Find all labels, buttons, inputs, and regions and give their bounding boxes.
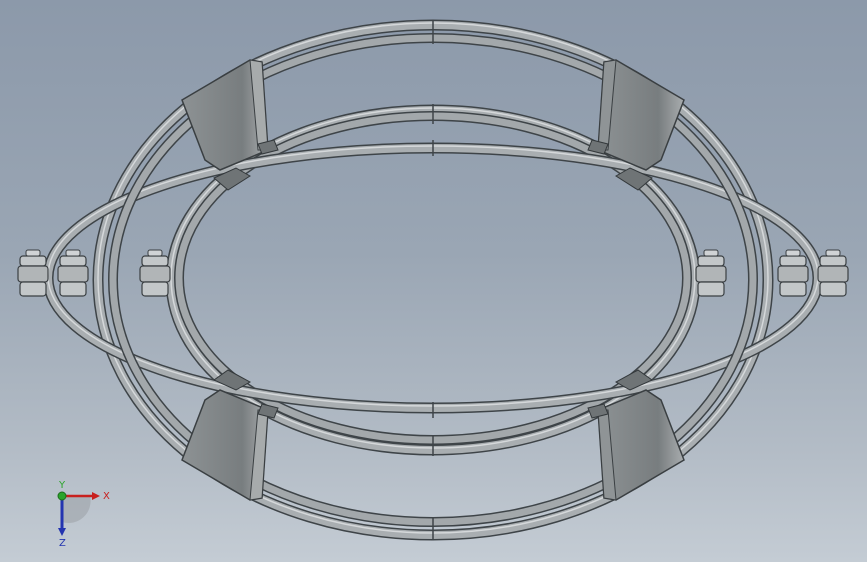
y-axis-label: Y (58, 480, 66, 491)
z-axis-label: Z (59, 538, 66, 548)
orientation-triad[interactable]: X Y Z (40, 478, 120, 548)
joint-blocks (213, 139, 653, 419)
triad-plane-shade (62, 496, 91, 524)
bracket-bottom-left[interactable] (181, 389, 269, 501)
y-axis-dot (57, 491, 67, 501)
hinge-right-inner[interactable] (695, 249, 727, 297)
bracket-top-left[interactable] (181, 59, 269, 171)
model-view[interactable] (0, 0, 867, 562)
hinge-left-outer[interactable] (17, 249, 49, 297)
3d-viewport[interactable]: X Y Z (0, 0, 867, 562)
x-axis-label: X (103, 491, 110, 502)
hinge-right-outer[interactable] (817, 249, 849, 297)
hinge-right-middle[interactable] (777, 249, 809, 297)
bracket-bottom-right[interactable] (597, 389, 685, 501)
hinge-left-inner[interactable] (139, 249, 171, 297)
hinge-left-middle[interactable] (57, 249, 89, 297)
bracket-top-right[interactable] (597, 59, 685, 171)
